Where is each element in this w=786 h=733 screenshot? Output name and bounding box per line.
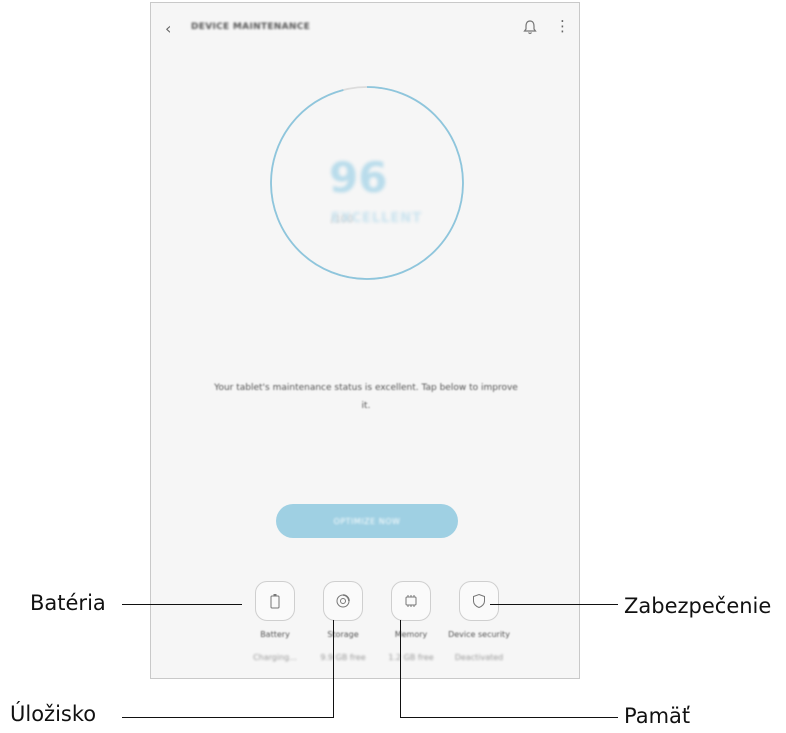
score-label: EXCELLENT (331, 211, 423, 226)
memory-icon[interactable] (391, 581, 431, 621)
back-button[interactable]: ‹ (165, 19, 171, 38)
optimize-button-label: OPTIMIZE NOW (333, 516, 401, 526)
memory-callout-line-h (400, 717, 618, 719)
category-name: Device security (448, 630, 510, 639)
category-device-security[interactable]: Device security Deactivated (439, 581, 519, 662)
more-options-button[interactable]: ⋮ (555, 17, 570, 35)
page-title: DEVICE MAINTENANCE (191, 22, 311, 32)
category-value: Deactivated (454, 653, 504, 662)
memory-callout-line-v (400, 620, 402, 718)
bell-icon[interactable] (523, 19, 537, 39)
app-bar: ‹ DEVICE MAINTENANCE ⋮ (151, 3, 579, 55)
status-message: Your tablet's maintenance status is exce… (214, 383, 518, 411)
callout-battery: Batéria (30, 591, 106, 615)
optimize-now-button[interactable]: OPTIMIZE NOW (276, 504, 458, 538)
storage-callout-line-h (122, 717, 334, 719)
shield-icon[interactable] (459, 581, 499, 621)
callout-memory: Pamäť (624, 704, 691, 728)
storage-icon[interactable] (323, 581, 363, 621)
battery-icon[interactable] (255, 581, 295, 621)
callout-security: Zabezpečenie (624, 594, 772, 618)
storage-callout-line-v (333, 620, 335, 718)
device-screen: ‹ DEVICE MAINTENANCE ⋮ 96/100 EXCELLENT … (150, 2, 580, 679)
battery-callout-line (122, 604, 242, 606)
security-callout-line (490, 604, 618, 606)
score-value: 96 (329, 153, 388, 202)
callout-storage: Úložisko (10, 702, 97, 726)
